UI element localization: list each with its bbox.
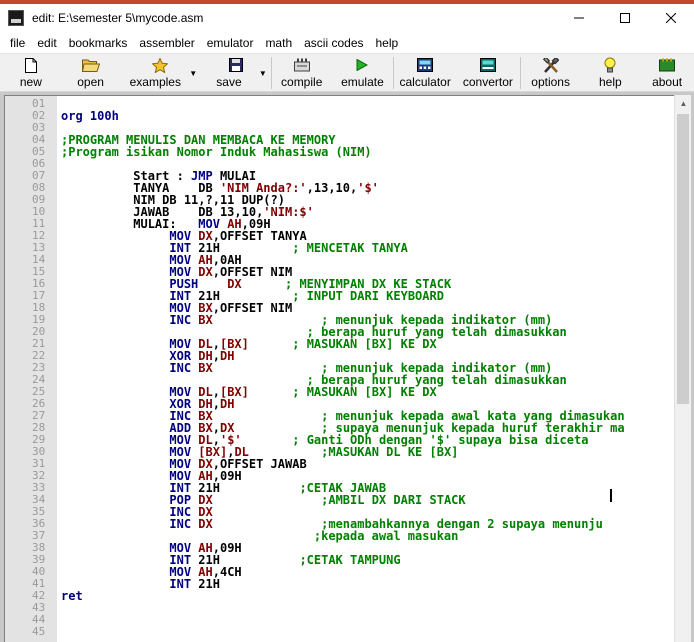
new-button[interactable]: new (0, 54, 62, 92)
code-token: ret (61, 589, 83, 603)
calculator-icon (416, 57, 434, 73)
menu-emulator[interactable]: emulator (201, 32, 260, 54)
line-number-gutter: 01 02 03 04 05 06 07 08 09 10 11 12 13 14 15 16 17 18 19 20… (5, 96, 57, 642)
scrollbar-thumb[interactable] (677, 114, 689, 404)
menu-assembler[interactable]: assembler (133, 32, 200, 54)
title-bar[interactable]: edit: E:\semester 5\mycode.asm (0, 4, 694, 32)
maximize-icon[interactable] (602, 4, 648, 32)
vertical-scrollbar[interactable]: ▲ (674, 95, 691, 642)
emulate-button[interactable]: emulate (332, 54, 394, 92)
code-token: ;MASUKAN DL KE [BX] (321, 445, 459, 459)
compile-button[interactable]: compile (272, 54, 332, 92)
code-token: 21H (191, 577, 220, 591)
text-cursor (610, 489, 612, 502)
menu-edit[interactable]: edit (31, 32, 62, 54)
app-icon (8, 10, 24, 26)
scroll-up-arrow-icon[interactable]: ▲ (675, 95, 692, 112)
examples-button[interactable]: examples ▼ (119, 54, 201, 92)
calculator-button[interactable]: calculator (394, 54, 456, 92)
code-token: ; MENCETAK TANYA (292, 241, 408, 255)
convertor-button[interactable]: convertor (456, 54, 520, 92)
about-button[interactable]: about (640, 54, 694, 92)
editor-frame: 01 02 03 04 05 06 07 08 09 10 11 12 13 14 15 16 17 18 19 20… (4, 95, 674, 642)
menu-file[interactable]: file (0, 32, 31, 54)
code-token: INT (169, 577, 192, 591)
save-button[interactable]: save ▼ (201, 54, 271, 92)
options-button[interactable]: options (521, 54, 581, 92)
code-token: ;kepada awal masukan (313, 529, 459, 543)
code-token: ;AMBIL DX DARI STACK (321, 493, 466, 507)
save-dropdown-icon[interactable]: ▼ (259, 69, 267, 78)
code-token: ; MASUKAN [BX] KE DX (292, 385, 437, 399)
code-token: ; MASUKAN [BX] KE DX (292, 337, 437, 351)
menu-help[interactable]: help (370, 32, 405, 54)
code-line[interactable]: org 100h (61, 110, 119, 122)
code-line[interactable]: ret (61, 590, 83, 602)
tools-icon (542, 57, 560, 73)
lightbulb-icon (601, 57, 619, 73)
code-token: ;Program isikan Nomor Induk Mahasiswa (N… (61, 145, 372, 159)
editor-pane: 01 02 03 04 05 06 07 08 09 10 11 12 13 14 15 16 17 18 19 20… (0, 92, 694, 642)
code-token: org 100h (61, 109, 119, 123)
code-editor[interactable]: org 100h ;PROGRAM MENULIS DAN MEMBACA KE … (57, 96, 674, 642)
close-icon[interactable] (648, 4, 694, 32)
window-controls (556, 4, 694, 32)
open-button[interactable]: open (62, 54, 120, 92)
window-title: edit: E:\semester 5\mycode.asm (32, 11, 204, 25)
menu-math[interactable]: math (259, 32, 298, 54)
menu-ascii-codes[interactable]: ascii codes (298, 32, 369, 54)
document-icon (22, 57, 40, 73)
toolbar: new open examples ▼ save ▼ compile emula… (0, 54, 694, 92)
code-token: ;CETAK TAMPUNG (299, 553, 401, 567)
compile-icon (293, 57, 311, 73)
help-button[interactable]: help (580, 54, 640, 92)
play-icon (353, 57, 371, 73)
minimize-icon[interactable] (556, 4, 602, 32)
star-icon (151, 57, 169, 73)
convertor-icon (479, 57, 497, 73)
code-token: ; INPUT DARI KEYBOARD (292, 289, 444, 303)
about-icon (658, 57, 676, 73)
line-number: 45 (32, 625, 46, 638)
code-token: 'NIM:$' (263, 205, 314, 219)
examples-dropdown-icon[interactable]: ▼ (189, 69, 197, 78)
code-token: ,13,10, (306, 181, 358, 195)
floppy-icon (227, 57, 245, 73)
menu-bar: file edit bookmarks assembler emulator m… (0, 32, 694, 54)
folder-icon (81, 57, 100, 73)
code-line[interactable]: ;Program isikan Nomor Induk Mahasiswa (N… (61, 146, 372, 158)
code-token: '$' (357, 181, 379, 195)
code-line[interactable]: INT 21H (61, 578, 220, 590)
menu-bookmarks[interactable]: bookmarks (63, 32, 134, 54)
